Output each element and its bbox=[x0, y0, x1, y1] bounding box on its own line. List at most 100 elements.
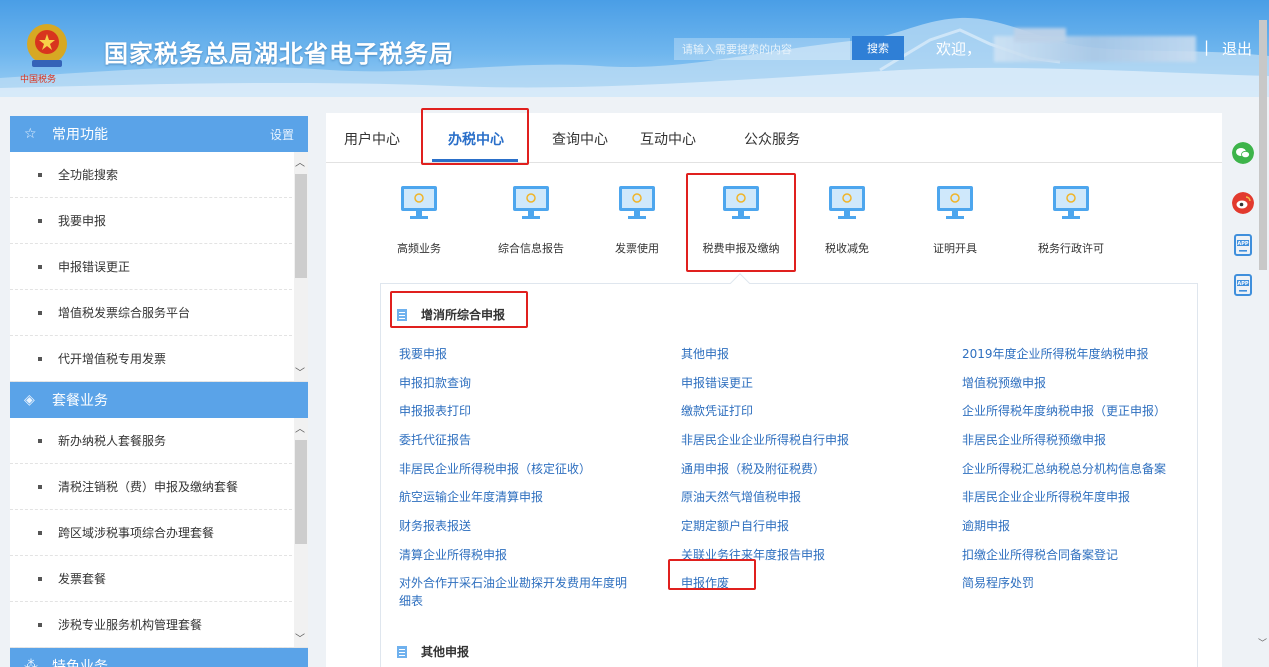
link-offshore-oil-expense-cont[interactable]: 细表 bbox=[399, 592, 423, 609]
tab-user-center[interactable]: 用户中心 bbox=[344, 129, 400, 149]
link-financial-statement[interactable]: 财务报表报送 bbox=[399, 517, 471, 534]
sidebar-item-label: 清税注销税（费）申报及缴纳套餐 bbox=[58, 480, 239, 494]
sidebar-item-deregistration-package[interactable]: 清税注销税（费）申报及缴纳套餐 bbox=[10, 464, 292, 510]
category-label: 税收减免 bbox=[825, 242, 869, 255]
weibo-icon[interactable] bbox=[1232, 192, 1254, 214]
search-button[interactable]: 搜索 bbox=[852, 36, 904, 60]
chevron-down-icon[interactable]: ﹀ bbox=[295, 364, 305, 379]
link-aviation-settlement[interactable]: 航空运输企业年度清算申报 bbox=[399, 488, 543, 505]
sidebar-scrollbar-package[interactable]: ︿ ﹀ bbox=[294, 418, 308, 647]
bullet-icon bbox=[38, 484, 42, 489]
bullet-icon bbox=[38, 172, 42, 177]
tab-tax-center[interactable]: 办税中心 bbox=[448, 129, 504, 149]
link-nonresident-self[interactable]: 非居民企业企业所得税自行申报 bbox=[681, 431, 849, 448]
tab-interaction-center[interactable]: 互动中心 bbox=[640, 129, 696, 149]
sidebar-scrollbar-common[interactable]: ︿ ﹀ bbox=[294, 152, 308, 381]
link-liquidation-cit[interactable]: 清算企业所得税申报 bbox=[399, 546, 507, 563]
link-consolidated-filing[interactable]: 企业所得税汇总纳税总分机构信息备案 bbox=[962, 460, 1166, 477]
wechat-icon[interactable] bbox=[1232, 142, 1254, 164]
sidebar-item-issue-vat-invoice[interactable]: 代开增值税专用发票 bbox=[10, 336, 292, 382]
app-icon[interactable]: APP bbox=[1232, 234, 1254, 256]
app-icon[interactable]: APP bbox=[1232, 274, 1254, 296]
sidebar-item-vat-invoice-platform[interactable]: 增值税发票综合服务平台 bbox=[10, 290, 292, 336]
sidebar-item-new-taxpayer-package[interactable]: 新办纳税人套餐服务 bbox=[10, 418, 292, 464]
link-deduction-query[interactable]: 申报扣款查询 bbox=[399, 374, 471, 391]
monitor-icon bbox=[401, 186, 437, 219]
category-tax-declaration[interactable]: 税费申报及缴纳 bbox=[686, 185, 796, 256]
link-declare-correction[interactable]: 申报错误更正 bbox=[681, 374, 753, 391]
link-simple-penalty[interactable]: 简易程序处罚 bbox=[962, 574, 1034, 591]
username-redacted bbox=[994, 28, 1196, 62]
sidebar-item-label: 跨区域涉税事项综合办理套餐 bbox=[58, 526, 215, 540]
page-scrollbar[interactable]: ﹀ bbox=[1257, 0, 1269, 667]
category-admin-license[interactable]: 税务行政许可 bbox=[1016, 185, 1126, 256]
scrollbar-thumb[interactable] bbox=[295, 174, 307, 278]
star-icon: ☆ bbox=[24, 126, 37, 142]
sidebar-item-correction[interactable]: 申报错误更正 bbox=[10, 244, 292, 290]
sidebar-setting-link[interactable]: 设置 bbox=[270, 126, 294, 143]
link-declare-void[interactable]: 申报作废 bbox=[681, 574, 729, 591]
link-entrusted-collection[interactable]: 委托代征报告 bbox=[399, 431, 471, 448]
sidebar-item-search-all[interactable]: 全功能搜索 bbox=[10, 152, 292, 198]
category-tax-relief[interactable]: 税收减免 bbox=[792, 185, 902, 256]
category-info-report[interactable]: 综合信息报告 bbox=[476, 185, 586, 256]
document-icon bbox=[397, 645, 407, 658]
sidebar-list-package: 新办纳税人套餐服务 清税注销税（费）申报及缴纳套餐 跨区域涉税事项综合办理套餐 … bbox=[10, 418, 308, 648]
grid-icon: ⁂ bbox=[24, 658, 38, 667]
category-invoice-use[interactable]: 发票使用 bbox=[582, 185, 692, 256]
sidebar-section-title: 套餐业务 bbox=[52, 393, 108, 409]
link-print-report[interactable]: 申报报表打印 bbox=[399, 402, 471, 419]
link-nonresident-deemed[interactable]: 非居民企业所得税申报（核定征收） bbox=[399, 460, 591, 477]
sidebar-item-label: 发票套餐 bbox=[58, 572, 107, 586]
sidebar-section-special[interactable]: ⁂ 特色业务 bbox=[10, 648, 308, 667]
logout-link[interactable]: 退出 bbox=[1222, 38, 1252, 59]
chevron-down-icon[interactable]: ﹀ bbox=[295, 630, 305, 645]
link-fixed-quota[interactable]: 定期定额户自行申报 bbox=[681, 517, 789, 534]
sidebar-item-declare[interactable]: 我要申报 bbox=[10, 198, 292, 244]
chevron-up-icon[interactable]: ︿ bbox=[295, 154, 305, 169]
layers-icon: ◈ bbox=[24, 392, 35, 408]
link-annual-cit-correction[interactable]: 企业所得税年度纳税申报（更正申报） bbox=[962, 402, 1166, 419]
sidebar-item-label: 新办纳税人套餐服务 bbox=[58, 434, 167, 448]
header-separator: | bbox=[1204, 38, 1210, 56]
tab-public-service[interactable]: 公众服务 bbox=[744, 129, 800, 149]
scrollbar-thumb[interactable] bbox=[295, 440, 307, 544]
group-title-text: 增消所综合申报 bbox=[421, 308, 506, 322]
search-input[interactable] bbox=[674, 38, 850, 60]
sidebar-section-package[interactable]: ◈ 套餐业务 bbox=[10, 382, 308, 418]
chevron-down-icon[interactable]: ﹀ bbox=[1258, 636, 1267, 649]
link-crude-gas-vat[interactable]: 原油天然气增值税申报 bbox=[681, 488, 801, 505]
category-certificate[interactable]: 证明开具 bbox=[900, 185, 1010, 256]
bullet-icon bbox=[38, 264, 42, 269]
bullet-icon bbox=[38, 218, 42, 223]
link-nonresident-prepay[interactable]: 非居民企业所得税预缴申报 bbox=[962, 431, 1106, 448]
link-general-declare[interactable]: 通用申报（税及附征税费） bbox=[681, 460, 825, 477]
link-other-declare[interactable]: 其他申报 bbox=[681, 345, 729, 362]
sidebar-section-common[interactable]: ☆ 常用功能 设置 bbox=[10, 116, 308, 152]
link-overdue-declare[interactable]: 逾期申报 bbox=[962, 517, 1010, 534]
scrollbar-thumb[interactable] bbox=[1259, 20, 1267, 270]
monitor-icon bbox=[937, 186, 973, 219]
link-nonresident-annual[interactable]: 非居民企业企业所得税年度申报 bbox=[962, 488, 1130, 505]
link-2019-annual-cit[interactable]: 2019年度企业所得税年度纳税申报 bbox=[962, 345, 1149, 362]
category-label: 证明开具 bbox=[933, 242, 977, 255]
link-offshore-oil-expense[interactable]: 对外合作开采石油企业勘探开发费用年度明 bbox=[399, 574, 627, 591]
sidebar-item-label: 全功能搜索 bbox=[58, 168, 119, 182]
link-vat-prepay[interactable]: 增值税预缴申报 bbox=[962, 374, 1046, 391]
slogan-text: 中国税务 bbox=[20, 75, 57, 85]
sidebar-item-cross-region-package[interactable]: 跨区域涉税事项综合办理套餐 bbox=[10, 510, 292, 556]
sidebar-item-agency-package[interactable]: 涉税专业服务机构管理套餐 bbox=[10, 602, 292, 648]
link-withholding-contract[interactable]: 扣缴企业所得税合同备案登记 bbox=[962, 546, 1118, 563]
tab-query-center[interactable]: 查询中心 bbox=[552, 129, 608, 149]
monitor-icon bbox=[723, 186, 759, 219]
group-title-vat-consumption-income: 增消所综合申报 bbox=[397, 306, 505, 323]
link-declare[interactable]: 我要申报 bbox=[399, 345, 447, 362]
link-payment-voucher[interactable]: 缴款凭证打印 bbox=[681, 402, 753, 419]
sidebar-item-invoice-package[interactable]: 发票套餐 bbox=[10, 556, 292, 602]
chevron-up-icon[interactable]: ︿ bbox=[295, 420, 305, 435]
sidebar-item-label: 申报错误更正 bbox=[58, 260, 131, 274]
sidebar-item-label: 涉税专业服务机构管理套餐 bbox=[58, 618, 203, 632]
link-related-party[interactable]: 关联业务往来年度报告申报 bbox=[681, 546, 825, 563]
bullet-icon bbox=[38, 530, 42, 535]
category-high-frequency[interactable]: 高频业务 bbox=[364, 185, 474, 256]
